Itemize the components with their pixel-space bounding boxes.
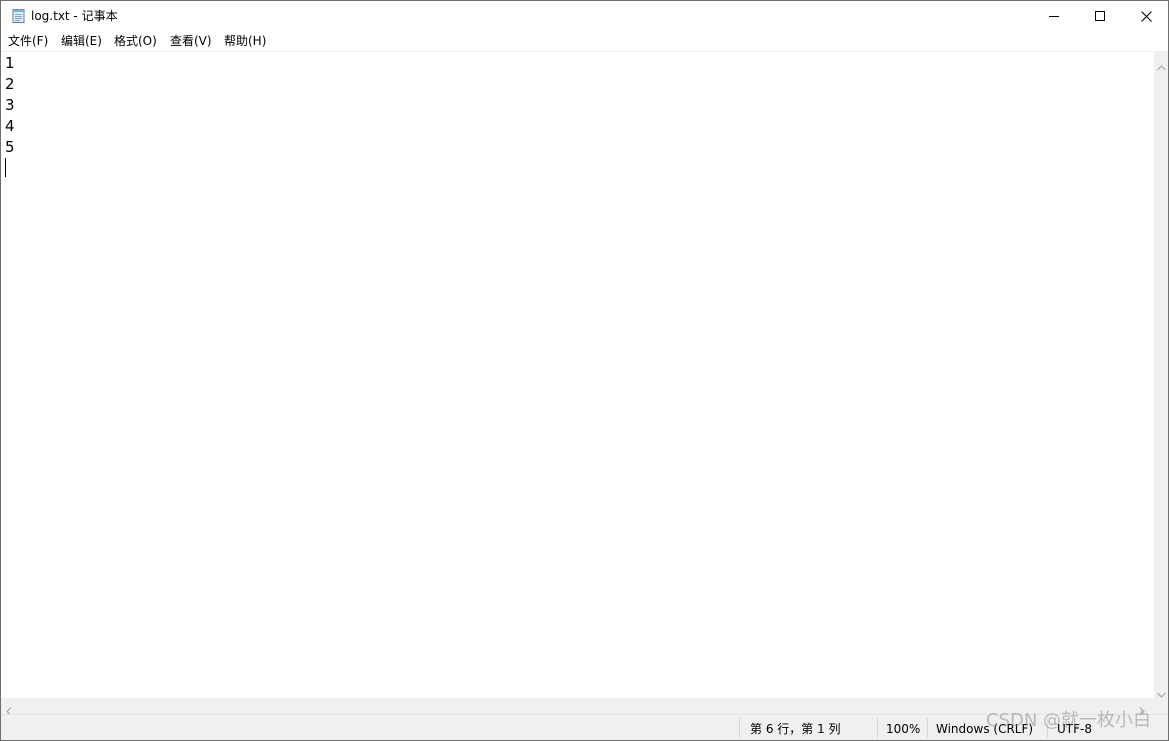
watermark: CSDN @就一枚小白 [986,710,1152,731]
status-divider [927,718,928,738]
maximize-button[interactable] [1077,1,1123,31]
text-line: 2 [5,75,15,93]
text-line: 3 [5,96,15,114]
close-icon [1140,10,1152,22]
scroll-up-icon[interactable] [1157,56,1166,75]
menu-format[interactable]: 格式(O) [114,33,157,49]
horizontal-scrollbar[interactable] [1,698,1154,716]
menu-edit[interactable]: 编辑(E) [61,33,102,49]
window-title: log.txt - 记事本 [31,9,118,23]
text-line: 1 [5,54,15,72]
notepad-icon[interactable] [11,8,27,24]
scrollbar-corner [1154,698,1168,714]
menu-view[interactable]: 查看(V) [170,33,212,49]
menu-help[interactable]: 帮助(H) [224,33,266,49]
text-editor[interactable]: 1 2 3 4 5 [1,51,1154,698]
menu-bar: 文件(F) 编辑(E) 格式(O) 查看(V) 帮助(H) [1,31,1168,51]
text-line: 5 [5,138,15,156]
text-caret [5,158,6,177]
zoom-level: 100% [886,722,921,736]
maximize-icon [1095,11,1105,21]
minimize-button[interactable] [1031,1,1077,31]
close-button[interactable] [1123,1,1168,31]
vertical-scrollbar[interactable] [1154,51,1168,698]
notepad-window: log.txt - 记事本 文件(F) 编辑(E) 格式(O) 查看(V) 帮助… [0,0,1169,741]
status-divider [877,718,878,738]
menu-file[interactable]: 文件(F) [8,33,48,49]
minimize-icon [1049,16,1059,17]
cursor-position: 第 6 行，第 1 列 [750,722,841,736]
text-line: 4 [5,117,15,135]
title-bar[interactable]: log.txt - 记事本 [1,1,1168,31]
status-divider [739,718,740,738]
